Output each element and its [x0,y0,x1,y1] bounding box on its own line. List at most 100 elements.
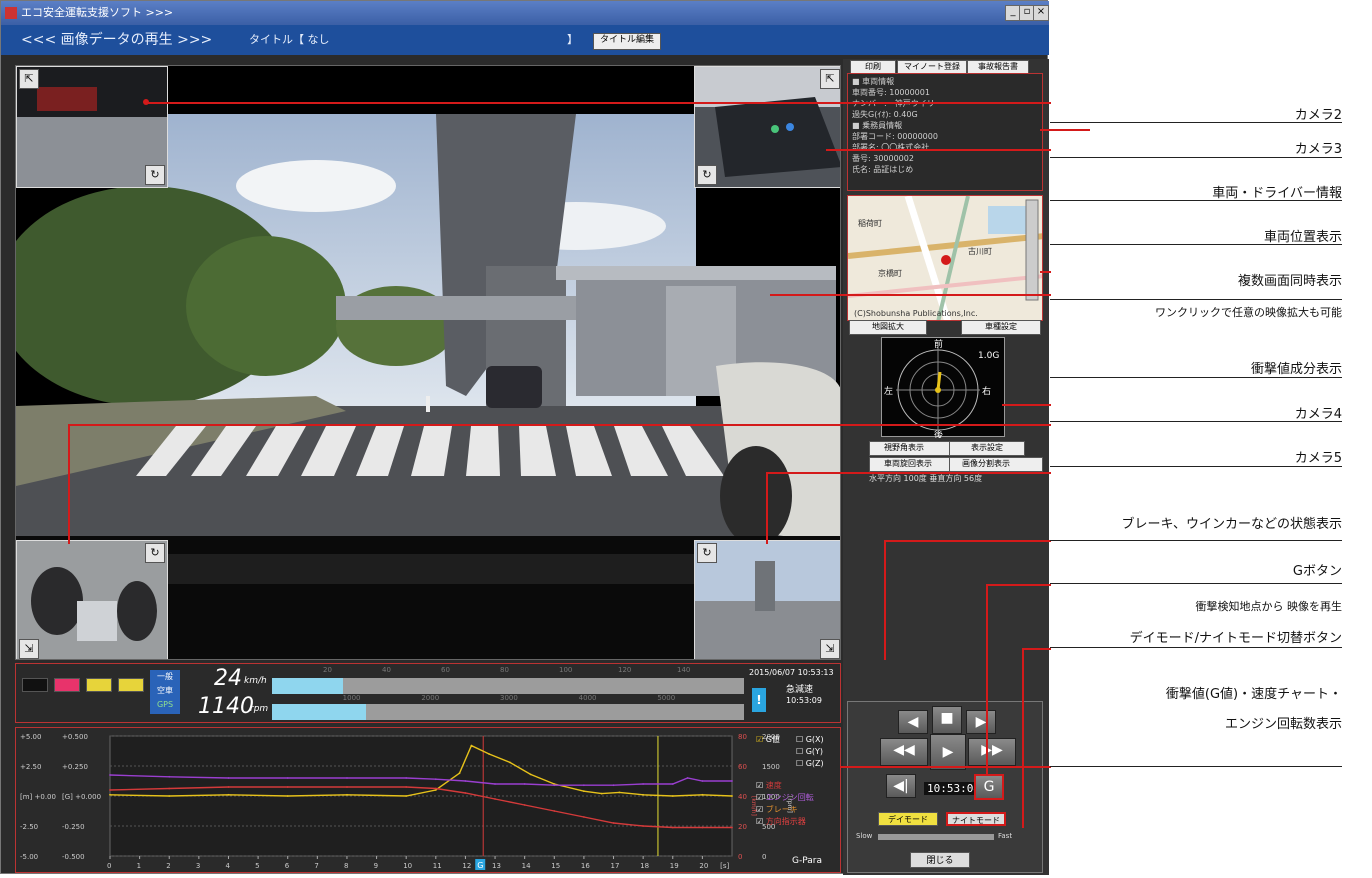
speed-unit: km/h [244,676,267,686]
camera-4-thumbnail[interactable]: ↻ ⇲ [16,540,168,659]
chart-point [494,798,496,800]
chart-x-tick-label: 19 [670,862,679,870]
g-para-label[interactable]: G-Para [792,856,822,866]
chart-legend: ☑ G値 ☐ G(X) ☐ G(Y) ☐ G(Z) ☑ 速度 ☑ エンジン回転 … [756,734,838,842]
chart-point [405,795,408,797]
chart-x-tick-label: 8 [344,862,348,870]
chart-x-tick-label: 1 [137,862,141,870]
annotation-chart-line1: 衝撃値(G値)・速度チャート・ [1165,687,1342,702]
rewind-button[interactable]: ◀◀ [880,738,928,766]
close-button[interactable]: 閉じる [910,852,970,868]
bar-tick-label: 80 [500,666,509,674]
chart-point [731,795,733,797]
annotation-rule [1050,377,1342,378]
legend-gz[interactable]: ☐ G(Z) [796,758,824,770]
event-label: 急減速 [786,685,814,695]
chart-point [458,772,461,775]
vehicle-position-map[interactable]: 稲荷町 古川町 京橋町 (C)Shobunsha Publications,In… [847,195,1043,321]
chart-x-tick-label: 5 [255,862,259,870]
rotate-icon[interactable]: ↻ [145,543,165,563]
annotation-rule [1050,466,1342,467]
day-mode-button[interactable]: デイモード [878,812,938,826]
chart-point [583,784,585,787]
legend-speed[interactable]: ☑ 速度 [756,780,782,792]
chart-left-g-label: -0.250 [62,823,85,831]
camera-2-thumbnail[interactable]: ⇱ ↻ [16,66,168,188]
chart-left-g-label: [G] +0.000 [62,793,101,801]
annotation-day-night: デイモード/ナイトモード切替ボタン [1129,631,1342,646]
legend-gx[interactable]: ☐ G(X) [796,734,824,746]
rotate-icon[interactable]: ↻ [145,165,165,185]
pointer-status-vert [884,540,886,660]
pointer-camera5-vert [766,472,768,544]
legend-gy[interactable]: ☐ G(Y) [796,746,823,758]
annotation-multi-screen-sub: ワンクリックで任意の映像拡大も可能 [1155,306,1342,319]
annotation-vehicle-driver: 車両・ドライバー情報 [1212,186,1342,201]
annotation-camera2: カメラ2 [1294,108,1342,123]
chart-point [553,784,556,787]
annotation-impact-component: 衝撃値成分表示 [1250,362,1342,377]
main-video-view[interactable]: ⇱ ↻ ⇱ ↻ ↻ ⇲ ↻ ⇲ [15,65,841,660]
map-zoom-button[interactable]: 地図拡大 [849,320,927,335]
view-angle-checkbox[interactable]: 視野角表示 [869,441,959,456]
camera-5-thumbnail[interactable]: ↻ ⇲ [694,540,840,659]
legend-engine[interactable]: ☑ エンジン回転 [756,792,814,804]
pointer-camera2 [146,102,1051,104]
chart-point [464,780,467,782]
page-title: <<< 画像データの再生 >>> [21,32,213,48]
expand-icon[interactable]: ⇲ [19,639,39,659]
chart-right-speed-label: 20 [738,823,747,831]
chart-point [286,795,289,797]
play-button[interactable]: ▶ [930,734,966,770]
title-label: タイトル【 なし [249,33,330,46]
chart-point [346,777,348,779]
pointer-map [1040,271,1051,273]
fast-forward-button[interactable]: ▶▶ [968,738,1016,766]
expand-icon[interactable]: ⇲ [820,639,840,659]
camera-3-thumbnail[interactable]: ⇱ ↻ [694,66,840,188]
department-name: 部署名: 〇〇株式会社 [852,143,930,152]
next-frame-button[interactable]: ▶ [966,710,996,734]
chart-point [405,777,408,779]
chart-point [523,804,526,806]
annotation-rule [1050,157,1342,158]
chart-right-rpm-label: 0 [762,853,766,861]
expand-icon[interactable]: ⇱ [820,69,840,89]
expand-icon[interactable]: ⇱ [19,69,39,89]
annotation-rule [1050,647,1342,648]
rpm-value: 1140 [198,694,254,719]
bar-tick-label: 120 [618,666,632,674]
prev-frame-button[interactable]: ◀ [898,710,928,734]
chart-x-tick-label: 4 [225,862,230,870]
chart-point [346,786,348,788]
image-rotate-checkbox[interactable]: 画像分割表示 [949,457,1043,472]
vehicle-turn-checkbox[interactable]: 車両旋回表示 [869,457,959,472]
chart-point [464,792,467,794]
rotate-icon[interactable]: ↻ [697,543,717,563]
gforce-speed-rpm-chart[interactable]: +5.00 +2.50 [m] +0.00 -2.50 -5.00 +0.500 +0.25… [15,727,841,873]
stop-button[interactable]: ■ [932,706,962,734]
night-mode-button[interactable]: ナイトモード [946,812,1006,826]
map-place-2: 古川町 [968,246,992,256]
gforce-scale-label: 1.0G [978,351,999,361]
annotation-camera4: カメラ4 [1294,407,1342,422]
rotate-icon[interactable]: ↻ [697,165,717,185]
alert-icon: ! [752,688,766,712]
g-jump-button[interactable]: G [974,774,1004,800]
legend-winker[interactable]: ☑ 方向指示器 [756,816,806,828]
rpm-bar-ticks: 1000 2000 3000 4000 5000 [272,694,744,704]
driver-section-title: ■ 乗務員情報 [852,121,903,130]
sound-icon[interactable]: ◀| [886,774,916,798]
annotation-rule [1050,583,1342,584]
chart-point [523,783,526,785]
close-window-button[interactable]: × [1033,5,1049,21]
title-edit-button[interactable]: タイトル編集 [593,33,662,50]
chart-right-speed-label: 40 [738,793,747,801]
speed-slider[interactable] [878,834,994,840]
chart-point [109,789,111,791]
legend-brake[interactable]: ☑ ブレーキ [756,804,798,816]
chart-point [109,793,111,796]
chart-point [612,822,615,824]
vehicle-settings-button[interactable]: 車種設定 [961,320,1041,335]
display-settings-button[interactable]: 表示設定 [949,441,1025,456]
